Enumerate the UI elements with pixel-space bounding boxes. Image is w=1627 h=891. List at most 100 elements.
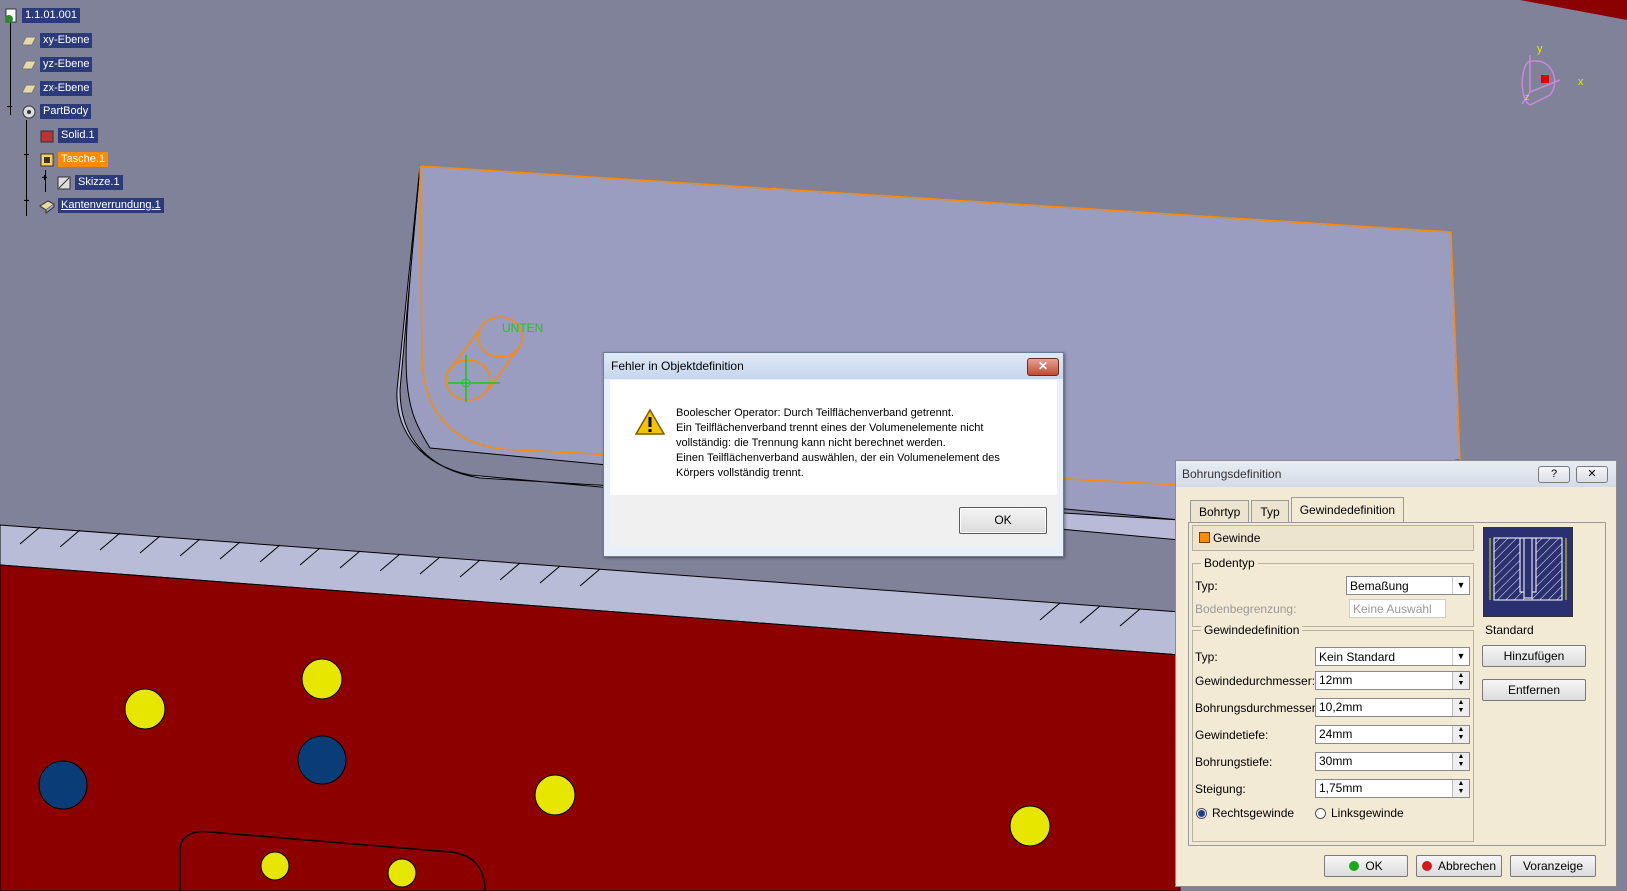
spinner-icon[interactable]: ▲ ▼	[1452, 753, 1469, 770]
tree-label-xy: xy-Ebene	[40, 33, 93, 48]
thread-definition-group: Gewindedefinition Typ: Kein Standard ▼ G…	[1192, 623, 1474, 842]
remove-button[interactable]: Entfernen	[1482, 679, 1586, 701]
left-thread-label: Linksgewinde	[1331, 806, 1404, 820]
fillet-icon	[38, 198, 56, 214]
thread-diameter-input[interactable]: 12mm ▲ ▼	[1315, 671, 1470, 690]
tree-label-fillet: Kantenverrundung.1	[58, 198, 164, 213]
tree-item-fillet[interactable]: Kantenverrundung.1	[38, 197, 164, 214]
tab-gewindedefinition[interactable]: Gewindedefinition	[1290, 497, 1405, 523]
standard-group: Standard Hinzufügen Entfernen	[1481, 623, 1601, 742]
compass-z: z	[1525, 92, 1530, 102]
right-thread-radio[interactable]	[1196, 808, 1207, 819]
hole-depth-input[interactable]: 30mm ▲ ▼	[1315, 752, 1470, 771]
pitch-label: Steigung:	[1195, 782, 1246, 796]
hole-definition-dialog: Bohrungsdefinition ? ✕ Bohrtyp Typ Gewin…	[1175, 460, 1617, 887]
collapse-icon[interactable]: −	[22, 151, 31, 161]
thread-diameter-value: 12mm	[1319, 673, 1353, 687]
tab-panel: Gewinde Bodentyp Typ: Bemaßung ▼ Bodenbe…	[1188, 522, 1606, 846]
ok-icon	[1349, 861, 1360, 871]
tree-item-zx-plane[interactable]: zx-Ebene	[20, 80, 93, 97]
tree-item-xy-plane[interactable]: xy-Ebene	[20, 32, 93, 49]
tree-item-solid[interactable]: Solid.1	[38, 127, 98, 144]
expand-icon[interactable]: +	[22, 197, 31, 207]
left-thread-radio[interactable]	[1315, 808, 1326, 819]
thread-preview-image	[1483, 527, 1573, 617]
unten-label: UNTEN	[502, 321, 543, 335]
group-title: Gewindedefinition	[1201, 623, 1303, 637]
sketch-icon	[55, 175, 73, 191]
group-title: Standard	[1482, 623, 1537, 637]
warning-icon	[634, 408, 666, 439]
compass-y: y	[1537, 43, 1543, 55]
tree-line	[10, 20, 11, 115]
tab-bar: Bohrtyp Typ Gewindedefinition	[1190, 497, 1406, 523]
close-button[interactable]: ✕	[1027, 358, 1059, 376]
collapse-icon[interactable]: −	[5, 103, 14, 113]
preview-button[interactable]: Voranzeige	[1510, 855, 1596, 877]
solid-icon	[38, 128, 56, 144]
add-button[interactable]: Hinzufügen	[1482, 645, 1586, 667]
tree-item-yz-plane[interactable]: yz-Ebene	[20, 56, 93, 73]
cancel-icon	[1421, 861, 1432, 871]
tree-label-solid: Solid.1	[58, 128, 98, 143]
tree-item-pocket[interactable]: Tasche.1	[38, 151, 109, 168]
tab-typ[interactable]: Typ	[1251, 500, 1289, 523]
pitch-input[interactable]: 1,75mm ▲ ▼	[1315, 779, 1470, 798]
spinner-icon[interactable]: ▲ ▼	[1452, 699, 1469, 716]
ok-button[interactable]: OK	[1324, 855, 1408, 877]
tree-root[interactable]: 1.1.01.001	[2, 7, 80, 24]
thread-depth-input[interactable]: 24mm ▲ ▼	[1315, 725, 1470, 744]
thread-label: Gewinde	[1213, 531, 1261, 545]
gear-icon	[20, 104, 38, 120]
error-dialog-title: Fehler in Objektdefinition	[604, 353, 1063, 379]
hole-diameter-input[interactable]: 10,2mm ▲ ▼	[1315, 698, 1470, 717]
cancel-label: Abbrechen	[1437, 859, 1497, 873]
ok-button[interactable]: OK	[959, 507, 1047, 534]
error-dialog-body: Boolescher Operator: Durch Teilflächenve…	[610, 380, 1057, 495]
hole-depth-label: Bohrungstiefe:	[1195, 755, 1273, 769]
error-line: Boolescher Operator: Durch Teilflächenve…	[676, 407, 955, 419]
plane-icon	[20, 33, 38, 49]
right-thread-label: Rechtsgewinde	[1212, 806, 1295, 820]
product-icon	[2, 8, 20, 24]
chevron-down-icon: ▼	[1452, 648, 1469, 665]
compass-x: x	[1578, 76, 1584, 88]
tree-item-partbody[interactable]: PartBody	[20, 103, 92, 120]
tree-label-root: 1.1.01.001	[22, 8, 80, 23]
tree-label-partbody: PartBody	[40, 104, 92, 119]
pitch-value: 1,75mm	[1319, 781, 1363, 795]
help-button[interactable]: ?	[1538, 466, 1570, 483]
error-line: vollständig: die Trennung kann nicht ber…	[676, 437, 946, 449]
close-button[interactable]: ✕	[1576, 466, 1608, 483]
thread-checkbox[interactable]	[1199, 532, 1210, 543]
spinner-icon[interactable]: ▲ ▼	[1452, 672, 1469, 689]
error-message: Boolescher Operator: Durch Teilflächenve…	[676, 406, 1036, 481]
thread-checkbox-row[interactable]: Gewinde	[1192, 525, 1474, 551]
hole-depth-value: 30mm	[1319, 754, 1353, 768]
error-line: Ein Teilflächenverband trennt eines der …	[676, 422, 984, 434]
tree-label-sketch: Skizze.1	[75, 175, 123, 190]
chevron-down-icon: ▼	[1452, 577, 1469, 594]
thread-type-select[interactable]: Kein Standard ▼	[1315, 647, 1470, 666]
tab-bohrtyp[interactable]: Bohrtyp	[1190, 500, 1250, 523]
bottom-type-label: Typ:	[1195, 579, 1218, 593]
spinner-icon[interactable]: ▲ ▼	[1452, 726, 1469, 743]
thread-type-label: Typ:	[1195, 650, 1218, 664]
tree-label-pocket: Tasche.1	[58, 152, 109, 167]
tree-label-zx: zx-Ebene	[40, 81, 93, 96]
thread-diameter-label: Gewindedurchmesser:	[1195, 674, 1316, 688]
thread-depth-label: Gewindetiefe:	[1195, 728, 1269, 742]
bottom-type-select[interactable]: Bemaßung ▼	[1346, 576, 1470, 595]
tree-item-sketch[interactable]: Skizze.1	[55, 174, 123, 191]
expand-icon[interactable]: +	[40, 174, 49, 184]
error-dialog: Fehler in Objektdefinition ✕ Boolescher …	[603, 352, 1064, 557]
hole-diameter-value: 10,2mm	[1319, 700, 1363, 714]
plane-icon	[20, 81, 38, 97]
cancel-button[interactable]: Abbrechen	[1416, 855, 1502, 877]
error-dialog-footer: OK	[610, 495, 1057, 546]
specification-tree: 1.1.01.001 xy-Ebene yz-Ebene zx-Ebene − …	[0, 0, 200, 230]
error-line: Körpers vollständig trennt.	[676, 467, 804, 479]
spinner-icon[interactable]: ▲ ▼	[1452, 780, 1469, 797]
group-title: Bodentyp	[1201, 556, 1258, 570]
bottom-limit-label: Bodenbegrenzung:	[1195, 602, 1297, 616]
